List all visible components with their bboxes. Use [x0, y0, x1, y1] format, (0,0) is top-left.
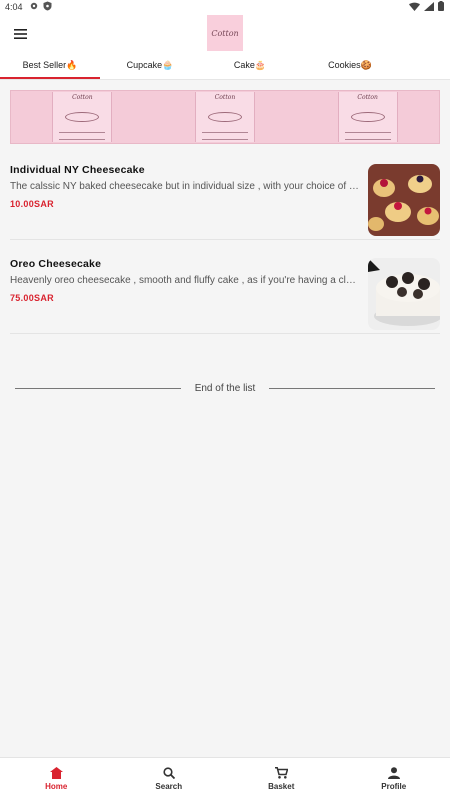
- product-item[interactable]: Individual NY Cheesecake The calssic NY …: [10, 156, 440, 240]
- brand-logo: Cotton: [207, 15, 243, 51]
- promo-banner[interactable]: Cotton Cotton Cotton: [10, 90, 440, 144]
- oreo-cake-image: [368, 258, 440, 330]
- banner-card-text-lines: [344, 132, 391, 140]
- banner-size-card: Cotton: [194, 92, 255, 142]
- tab-cookies[interactable]: Cookies🍪: [300, 52, 400, 79]
- signal-icon: [424, 1, 434, 11]
- product-price: 10.00SAR: [10, 199, 54, 209]
- menu-button[interactable]: [10, 24, 30, 44]
- cake-outline-graphic: [350, 111, 385, 122]
- end-of-list-text: End of the list: [194, 382, 256, 394]
- wifi-icon: [409, 2, 420, 11]
- banner-size-card: Cotton: [52, 92, 113, 142]
- banner-card-text-lines: [59, 132, 106, 140]
- settings-icon: [30, 2, 38, 10]
- battery-icon: [438, 1, 444, 11]
- nav-basket[interactable]: Basket: [225, 758, 338, 800]
- logo-text: Cotton: [211, 28, 239, 38]
- tab-cupcake[interactable]: Cupcake🧁: [100, 52, 200, 79]
- hamburger-menu-icon: [13, 29, 27, 39]
- home-icon: [49, 767, 63, 779]
- product-image[interactable]: [368, 258, 440, 330]
- nav-home[interactable]: Home: [0, 758, 113, 800]
- person-icon: [387, 767, 400, 779]
- cart-icon: [274, 767, 288, 779]
- banner-card-logo: Cotton: [214, 94, 236, 101]
- status-time: 4:04: [5, 2, 23, 12]
- product-item[interactable]: Oreo Cheesecake Heavenly oreo cheesecake…: [10, 250, 440, 334]
- end-of-list-divider: End of the list: [15, 380, 435, 396]
- product-description: Heavenly oreo cheesecake , smooth and fl…: [10, 275, 360, 286]
- mini-cheesecakes-image: [368, 164, 440, 236]
- shield-icon: [43, 1, 52, 11]
- tab-best-seller[interactable]: Best Seller🔥: [0, 52, 100, 79]
- tab-divider: [0, 79, 450, 80]
- nav-profile[interactable]: Profile: [338, 758, 450, 800]
- tab-cake[interactable]: Cake🎂: [200, 52, 300, 79]
- banner-card-logo: Cotton: [357, 94, 378, 101]
- nav-search[interactable]: Search: [113, 758, 226, 800]
- product-name: Individual NY Cheesecake: [10, 164, 145, 176]
- search-icon: [163, 767, 175, 779]
- banner-card-logo: Cotton: [72, 94, 93, 101]
- product-name: Oreo Cheesecake: [10, 258, 102, 270]
- banner-size-card: Cotton: [337, 92, 398, 142]
- category-tabs: Best Seller🔥 Cupcake🧁 Cake🎂 Cookies🍪: [0, 52, 450, 79]
- product-price: 75.00SAR: [10, 293, 54, 303]
- bottom-navigation: Home Search Basket Profile: [0, 757, 450, 800]
- banner-card-text-lines: [201, 132, 248, 140]
- cake-outline-graphic: [207, 111, 242, 122]
- product-description: The calssic NY baked cheesecake but in i…: [10, 181, 360, 192]
- status-bar: 4:04: [0, 0, 450, 14]
- cake-outline-graphic: [65, 111, 100, 122]
- product-image[interactable]: [368, 164, 440, 236]
